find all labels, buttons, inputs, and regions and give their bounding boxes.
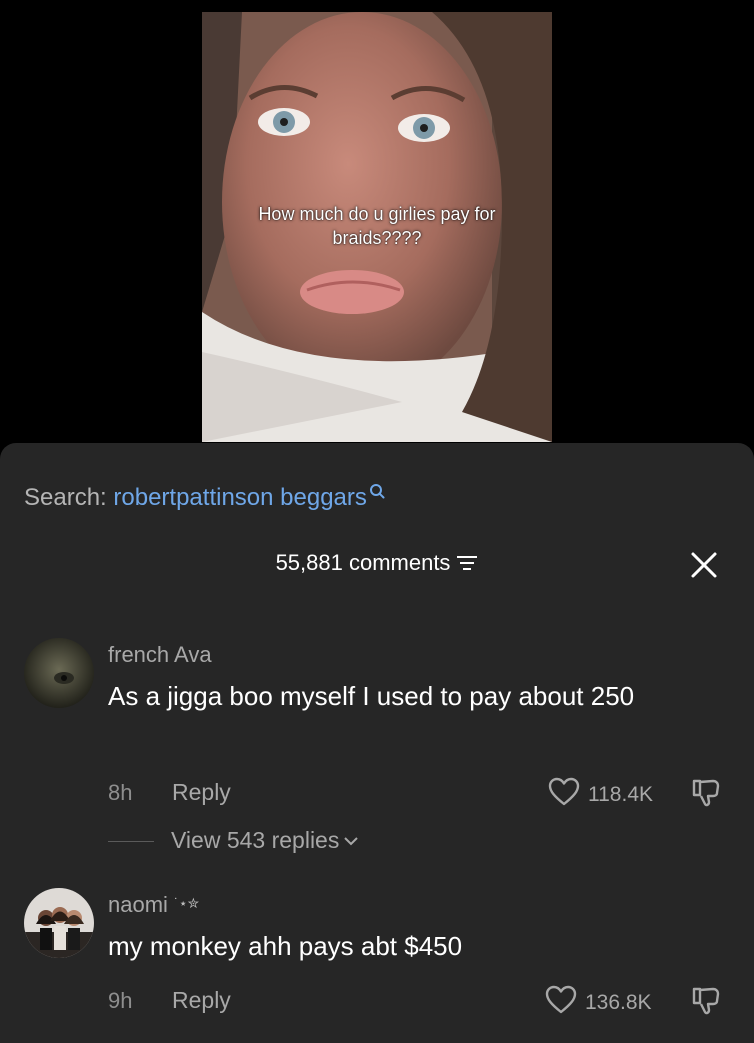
thumbs-down-icon[interactable] (690, 985, 722, 1022)
replies-divider (108, 841, 154, 842)
video-caption: How much do u girlies pay for braids???? (258, 204, 496, 248)
view-replies-label: View 543 replies (171, 827, 340, 853)
comments-header: 55,881 comments (0, 550, 754, 578)
comment-text: my monkey ahh pays abt $450 (108, 931, 463, 961)
heart-outline-icon (548, 777, 580, 813)
comment-username-text: naomi (108, 892, 168, 917)
chevron-down-icon (344, 837, 359, 846)
video-thumbnail[interactable]: How much do u girlies pay for braids???? (202, 12, 552, 442)
close-icon[interactable] (690, 551, 718, 579)
search-suggestion[interactable]: Search: robertpattinson beggars (24, 478, 385, 512)
heart-outline-icon (545, 985, 577, 1021)
comment-username[interactable]: naomi ˙⋆✮ (108, 892, 199, 918)
like-count: 136.8K (585, 991, 652, 1014)
comment-text: As a jigga boo myself I used to pay abou… (108, 681, 635, 711)
comment-timestamp: 8h (108, 780, 133, 805)
avatar[interactable] (24, 888, 94, 958)
avatar[interactable] (24, 638, 94, 708)
like-count: 118.4K (588, 783, 653, 806)
reply-button[interactable]: Reply (172, 779, 231, 806)
search-icon (369, 478, 385, 506)
username-decoration: ˙⋆✮ (174, 895, 200, 911)
search-label: Search: (24, 484, 107, 511)
comments-count: 55,881 comments (275, 550, 451, 575)
comment-timestamp: 9h (108, 988, 133, 1013)
thumbs-down-icon[interactable] (690, 777, 722, 814)
like-button[interactable]: 136.8K (545, 985, 652, 1021)
comment-username[interactable]: french Ava (108, 642, 212, 668)
search-query-link[interactable]: robertpattinson beggars (113, 484, 367, 511)
reply-button[interactable]: Reply (172, 987, 231, 1014)
view-replies-button[interactable]: View 543 replies (171, 827, 359, 854)
like-button[interactable]: 118.4K (548, 777, 653, 813)
filter-icon[interactable] (456, 552, 478, 578)
